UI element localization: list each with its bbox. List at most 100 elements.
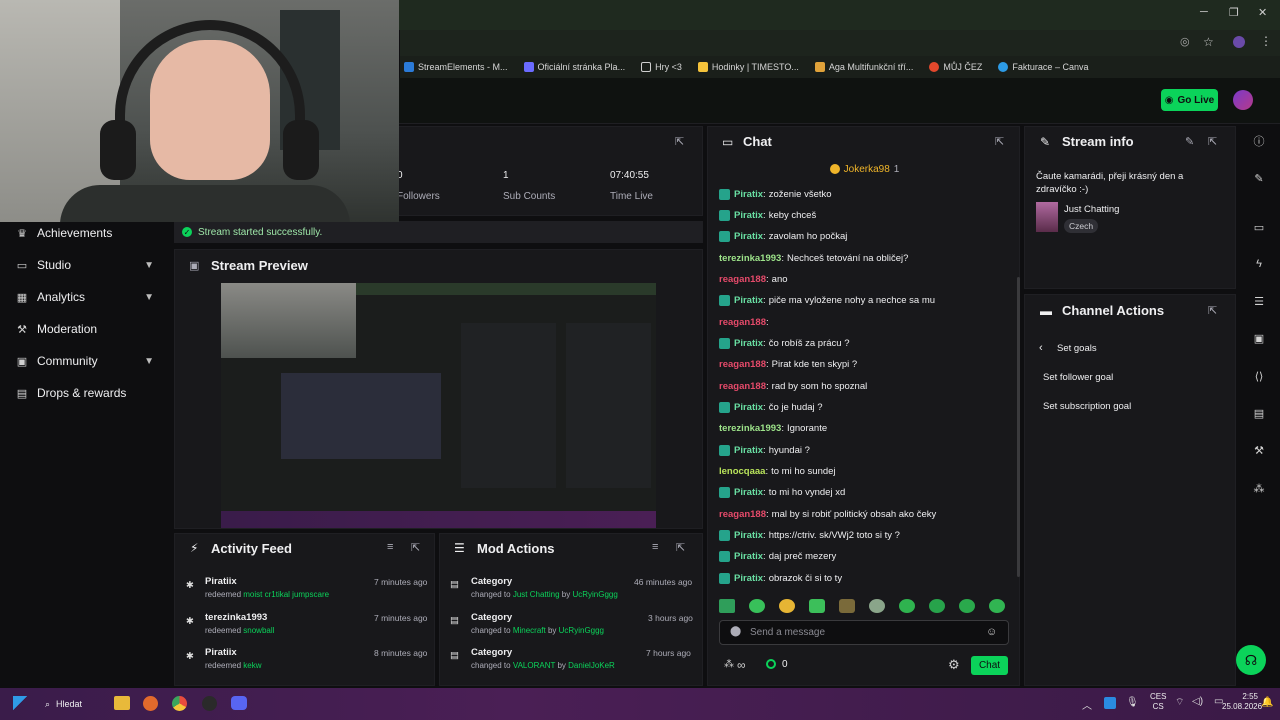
chat-username[interactable]: Piratix (734, 573, 763, 584)
chat-username[interactable]: Piratix (734, 551, 763, 562)
emoji-icon[interactable]: ☺ (986, 626, 997, 638)
set-subscription-goal-link[interactable]: Set subscription goal (1043, 401, 1131, 412)
emote-icon[interactable] (779, 599, 795, 613)
volume-icon[interactable]: ◁) (1192, 696, 1203, 707)
chat-username[interactable]: terezinka1993 (719, 253, 781, 264)
app-icon[interactable] (143, 696, 158, 711)
popout-icon[interactable]: ⇱ (411, 541, 420, 554)
bookmark-1[interactable]: Oficiální stránka Pla... (523, 62, 625, 72)
list-icon[interactable]: ☰ (1248, 291, 1270, 311)
avatar[interactable] (1233, 90, 1253, 110)
pencil-icon[interactable]: ✎ (1248, 168, 1270, 188)
info-icon[interactable]: ⓘ (1248, 131, 1270, 151)
chat-username[interactable]: terezinka1993 (719, 423, 781, 434)
emote-icon[interactable] (749, 599, 765, 613)
chat-username[interactable]: reagan188 (719, 381, 766, 392)
popout-icon[interactable]: ⇱ (676, 541, 685, 554)
set-goals-link[interactable]: Set goals (1057, 343, 1097, 354)
chat-username[interactable]: reagan188 (719, 274, 766, 285)
maximize-icon[interactable]: ❐ (1229, 6, 1239, 19)
popout-icon[interactable]: ⇱ (1208, 135, 1217, 148)
chat-username[interactable]: Piratix (734, 210, 763, 221)
menu-dots-icon[interactable]: ⋮ (1260, 34, 1272, 48)
emote-icon[interactable] (719, 599, 735, 613)
obs-icon[interactable] (202, 696, 217, 711)
sidebar-item-analytics[interactable]: ▦ Analytics ▼ (0, 283, 172, 311)
sidebar-item-studio[interactable]: ▭ Studio ▼ (0, 251, 172, 279)
clock[interactable]: 2:55 25.08.2026 (1222, 692, 1262, 712)
file-explorer-icon[interactable] (114, 696, 130, 710)
popout-icon[interactable]: ⇱ (1208, 304, 1217, 317)
pinned-gift-bar[interactable]: Jokerka98 1 (708, 158, 1021, 180)
tray-icon[interactable] (1104, 697, 1116, 709)
eye-off-icon[interactable]: ◎ (1180, 35, 1190, 48)
emote-icon[interactable] (899, 599, 915, 613)
sidebar-item-drops[interactable]: ▤ Drops & rewards (0, 379, 172, 407)
bookmark-4[interactable]: Aga Multifunkční tří... (814, 62, 913, 72)
edit-icon[interactable]: ✎ (1185, 135, 1194, 148)
settings-gear-icon[interactable]: ⚙ (948, 657, 960, 673)
star-icon[interactable]: ☆ (1203, 35, 1214, 49)
emote-icon[interactable] (989, 599, 1005, 613)
wrench-icon[interactable]: ⚒ (1248, 440, 1270, 460)
bookmark-3[interactable]: Hodinky | TIMESTO... (697, 62, 799, 72)
chrome-icon[interactable] (172, 696, 187, 711)
notification-bell-icon[interactable]: 🔔 (1261, 697, 1273, 708)
minimize-icon[interactable]: ─ (1200, 6, 1208, 18)
drops-icon[interactable]: ⁂ (724, 659, 734, 670)
chevron-left-icon[interactable]: ‹ (1039, 342, 1043, 354)
chat-badge-icon[interactable]: ⬤ (730, 626, 741, 637)
windows-start-icon[interactable] (13, 696, 29, 712)
chat-icon[interactable]: ▣ (1248, 328, 1270, 348)
filter-icon[interactable]: ≡ (387, 541, 393, 553)
chat-username[interactable]: Piratix (734, 530, 763, 541)
address-bar[interactable]: ◎ ☆ ⋮ (400, 30, 1280, 56)
sidebar-item-achievements[interactable]: ♛ Achievements (0, 219, 172, 247)
microphone-icon[interactable]: 🎙 (1126, 697, 1139, 708)
emote-icon[interactable] (839, 599, 855, 613)
sidebar-item-moderation[interactable]: ⚒ Moderation (0, 315, 172, 343)
chat-username[interactable]: Piratix (734, 402, 763, 413)
card-icon[interactable]: ▭ (1248, 217, 1270, 237)
code-icon[interactable]: ⟨⟩ (1248, 366, 1270, 386)
set-follower-goal-link[interactable]: Set follower goal (1043, 372, 1113, 383)
bookmark-2[interactable]: Hry <3 (641, 62, 682, 72)
emote-icon[interactable] (929, 599, 945, 613)
wifi-icon[interactable]: ⌔ (1175, 696, 1184, 709)
taskbar-search[interactable]: ⌕ Hledat (45, 694, 105, 714)
popout-icon[interactable]: ⇱ (675, 135, 684, 148)
chat-username[interactable]: lenocqaaa (719, 466, 765, 477)
chat-username[interactable]: Piratix (734, 231, 763, 242)
chat-send-button[interactable]: Chat (971, 656, 1008, 675)
chat-input[interactable]: ⬤ Send a message ☺ (719, 620, 1009, 645)
chat-username[interactable]: reagan188 (719, 509, 766, 520)
chat-scrollbar[interactable] (1017, 277, 1020, 577)
chat-username[interactable]: Piratix (734, 338, 763, 349)
emote-icon[interactable] (959, 599, 975, 613)
server-icon[interactable]: ▤ (1248, 403, 1270, 423)
chat-username[interactable]: Piratix (734, 487, 763, 498)
drops-icon[interactable]: ⁂ (1248, 478, 1270, 498)
preview-video[interactable] (221, 283, 656, 528)
filter-icon[interactable]: ≡ (652, 541, 658, 553)
close-icon[interactable]: ✕ (1258, 6, 1267, 19)
language-indicator[interactable]: CES CS (1150, 692, 1166, 712)
emote-icon[interactable] (869, 599, 885, 613)
discord-icon[interactable] (231, 696, 247, 710)
chat-username[interactable]: reagan188 (719, 317, 766, 328)
bookmark-0[interactable]: StreamElements - M... (404, 62, 508, 72)
go-live-button[interactable]: ◉ Go Live (1161, 89, 1218, 111)
chat-username[interactable]: Piratix (734, 295, 763, 306)
profile-icon[interactable] (1233, 36, 1245, 48)
bolt-icon[interactable]: ϟ (1248, 254, 1270, 274)
popout-icon[interactable]: ⇱ (995, 135, 1004, 148)
help-headset-button[interactable]: ☊ (1236, 645, 1266, 675)
chat-username[interactable]: Piratix (734, 189, 763, 200)
emote-icon[interactable] (809, 599, 825, 613)
chat-username[interactable]: reagan188 (719, 359, 766, 370)
sidebar-item-community[interactable]: ▣ Community ▼ (0, 347, 172, 375)
bookmark-6[interactable]: Fakturace – Canva (998, 62, 1088, 72)
points-icon[interactable] (766, 659, 776, 669)
bookmark-5[interactable]: MŮJ ČEZ (929, 62, 982, 72)
chat-username[interactable]: Piratix (734, 445, 763, 456)
